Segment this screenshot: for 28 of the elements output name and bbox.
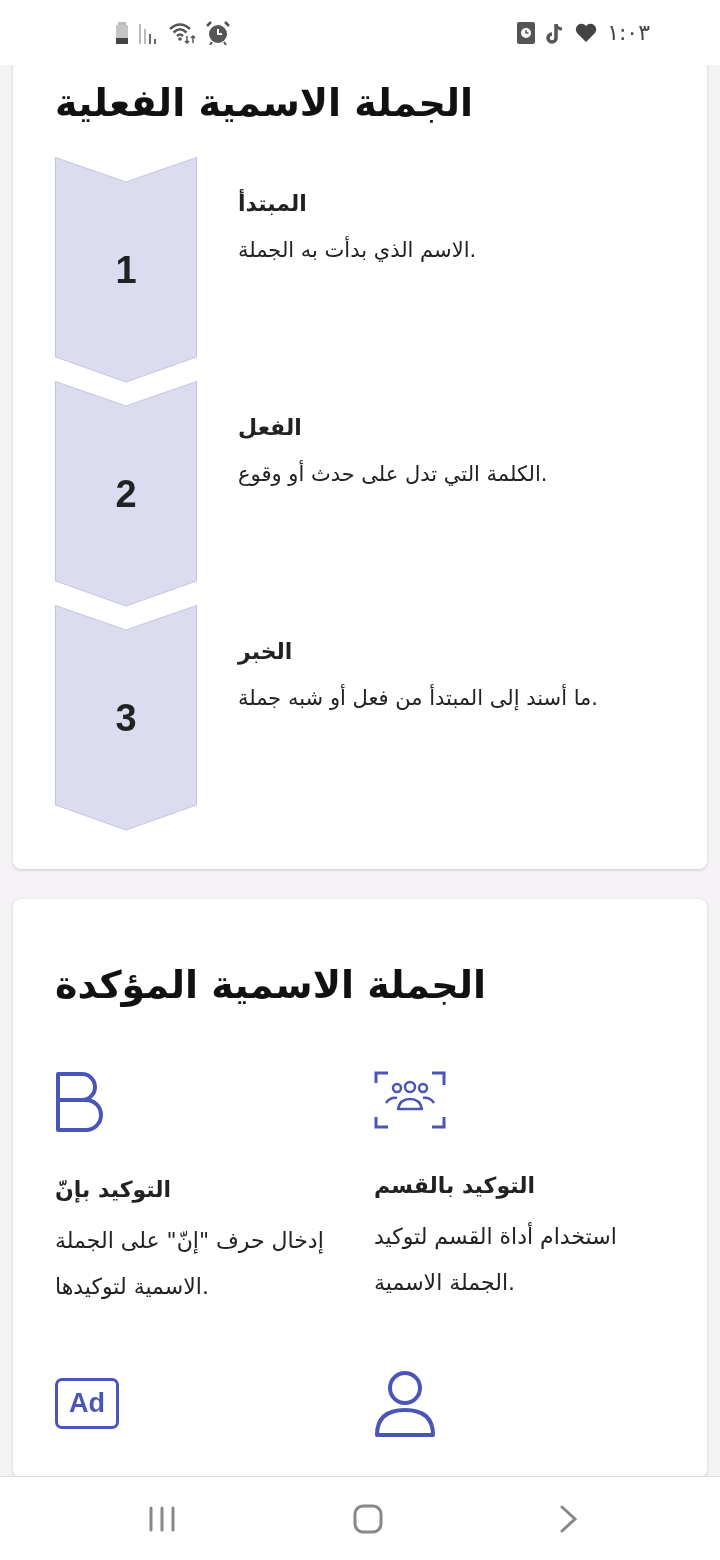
step-number: 3 <box>114 697 138 740</box>
step-number: 1 <box>114 249 138 292</box>
alarm-icon <box>206 20 230 45</box>
feature-title: التوكيد بالقسم <box>374 1173 535 1198</box>
card-title: الجملة الاسمية الفعلية <box>55 80 475 127</box>
step-description: الكلمة التي تدل على حدث أو وقوع. <box>238 462 548 486</box>
step-description: الاسم الذي بدأت به الجملة. <box>238 238 477 262</box>
card-title: الجملة الاسمية المؤكدة <box>55 962 487 1009</box>
ad-icon: Ad <box>55 1378 119 1429</box>
step-description: ما أسند إلى المبتدأ من فعل أو شبه جملة. <box>238 686 598 710</box>
step-title: الفعل <box>238 415 303 440</box>
clock-app-icon <box>517 21 536 44</box>
signal-icon <box>138 21 158 44</box>
status-time: ١:٠٣ <box>607 20 650 45</box>
feature-title: التوكيد بإنّ <box>55 1177 171 1202</box>
battery-icon <box>116 21 128 44</box>
step-title: الخبر <box>238 639 294 664</box>
step-title: المبتدأ <box>238 191 308 216</box>
feature-description: استخدام أداة القسم لتوكيد الجملة الاسمية. <box>374 1221 618 1297</box>
home-icon[interactable] <box>353 1503 383 1534</box>
feature-description: إدخال حرف "إنّ" على الجملة الاسمية لتوكيدها. <box>55 1227 325 1301</box>
group-frame-icon <box>374 1071 446 1129</box>
step-number: 2 <box>114 473 138 516</box>
recent-apps-icon[interactable] <box>148 1505 176 1532</box>
back-icon[interactable] <box>560 1504 578 1533</box>
person-icon <box>374 1370 436 1438</box>
heart-icon <box>575 22 598 43</box>
wifi-icon <box>168 20 196 45</box>
